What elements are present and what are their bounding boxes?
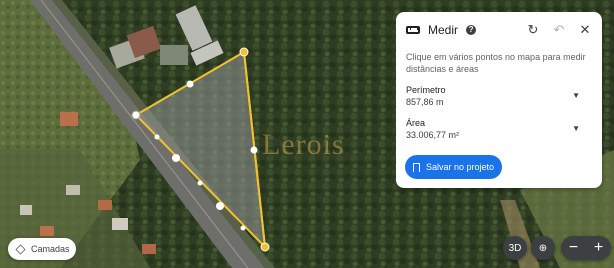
- panel-header: Medir ? ↻ ↶ ✕: [406, 21, 592, 39]
- refresh-icon[interactable]: ↻: [526, 23, 540, 37]
- save-to-project-button[interactable]: Salvar no projeto: [405, 155, 502, 179]
- layers-button[interactable]: Camadas: [8, 238, 76, 260]
- watermark: Lerois: [262, 128, 345, 161]
- zoom-control: − +: [561, 236, 611, 260]
- 3d-button[interactable]: 3D: [503, 236, 527, 260]
- location-icon: ⊕: [538, 242, 548, 254]
- area-label: Área: [406, 118, 426, 128]
- layers-label: Camadas: [31, 244, 70, 254]
- instructions: Clique em vários pontos no mapa para med…: [406, 52, 586, 74]
- chevron-down-icon[interactable]: ▼: [572, 91, 580, 100]
- zoom-out-button[interactable]: −: [569, 239, 578, 257]
- area-value: 33.006,77 m²: [406, 130, 460, 140]
- ruler-icon: [406, 26, 420, 34]
- help-icon[interactable]: ?: [466, 25, 477, 35]
- undo-icon[interactable]: ↶: [552, 23, 566, 37]
- location-button[interactable]: ⊕: [531, 236, 555, 260]
- save-button-label: Salvar no projeto: [425, 162, 495, 172]
- zoom-in-button[interactable]: +: [594, 239, 603, 257]
- chevron-down-icon[interactable]: ▼: [572, 124, 580, 133]
- 3d-label: 3D: [508, 242, 522, 254]
- bookmark-icon: [412, 162, 420, 172]
- close-icon[interactable]: ✕: [578, 23, 592, 37]
- panel-title: Medir: [428, 23, 459, 37]
- layers-icon: [15, 243, 26, 255]
- measure-panel: Medir ? ↻ ↶ ✕ Clique em vários pontos no…: [396, 12, 602, 188]
- perimeter-value: 857,86 m: [406, 97, 444, 107]
- area-field[interactable]: Área 33.006,77 m² ▼: [406, 118, 592, 141]
- perimeter-field[interactable]: Perímetro 857,86 m ▼: [406, 85, 592, 108]
- perimeter-label: Perímetro: [406, 85, 446, 95]
